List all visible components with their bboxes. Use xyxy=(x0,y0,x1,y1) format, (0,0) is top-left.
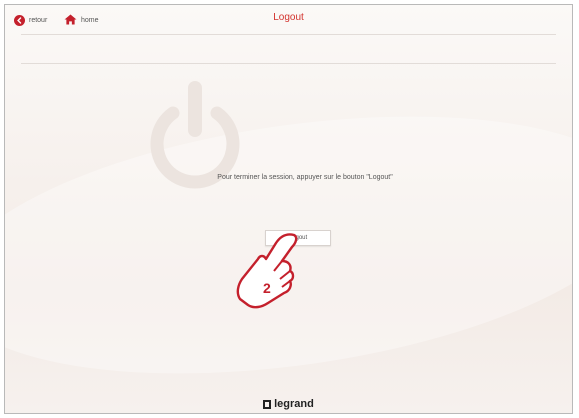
legrand-logo-mark xyxy=(263,399,272,409)
top-bar: retour home Logout xyxy=(5,5,572,34)
section-divider xyxy=(21,63,556,64)
pointing-hand-icon: 2 xyxy=(236,233,298,309)
brand-name: legrand xyxy=(274,398,314,410)
logout-instructions: Pour terminer la session, appuyer sur le… xyxy=(217,174,393,181)
callout-number: 2 xyxy=(263,280,271,296)
legrand-logo: legrand xyxy=(5,396,572,412)
app-window: retour home Logout Pour terminer la sess… xyxy=(4,4,573,414)
header-divider xyxy=(21,34,556,35)
page-title: Logout xyxy=(273,12,304,23)
